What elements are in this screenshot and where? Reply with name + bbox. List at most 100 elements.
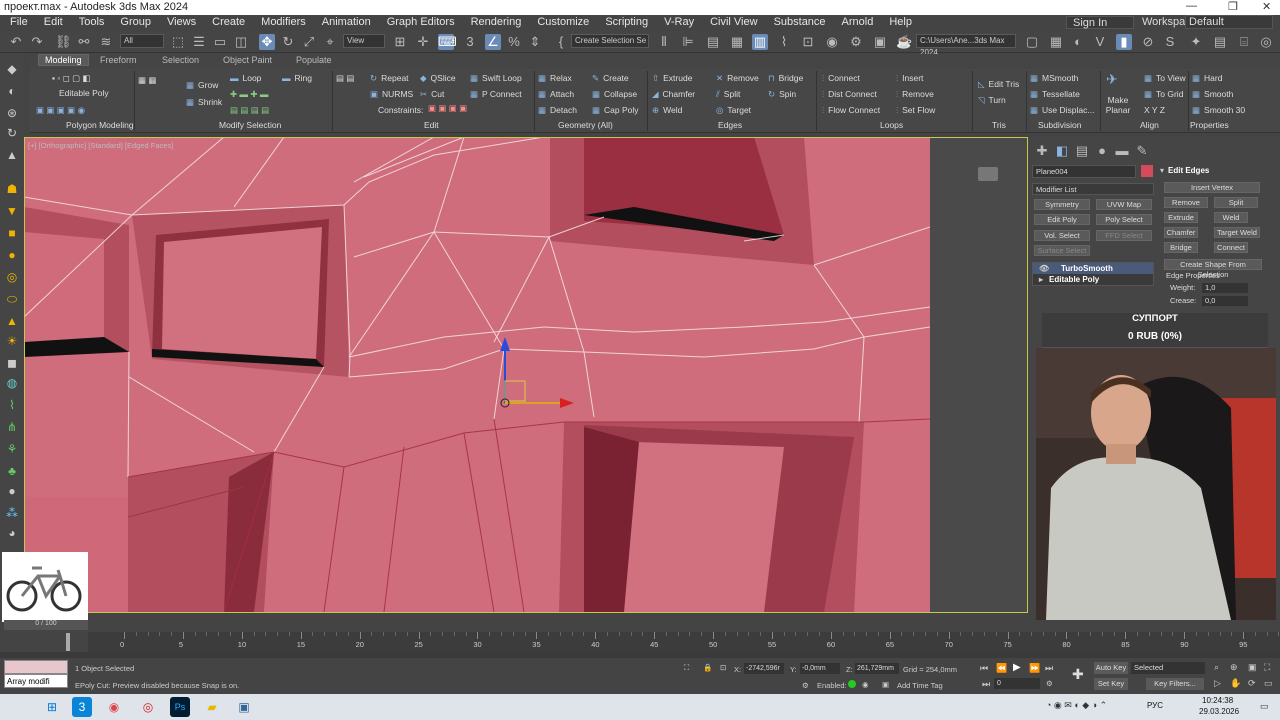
menu-arnold[interactable]: Arnold xyxy=(834,15,882,28)
edge-bridge-button[interactable]: Bridge xyxy=(1164,242,1198,253)
goto-start-icon[interactable]: ⏮ xyxy=(980,663,988,674)
workspace-dropdown[interactable]: Default xyxy=(1185,15,1273,29)
helper-icon[interactable]: ⚘ xyxy=(4,442,20,456)
edge-split-button[interactable]: Split xyxy=(1214,197,1258,208)
menu-tools[interactable]: Tools xyxy=(71,15,113,28)
vray-icon[interactable]: V xyxy=(1092,34,1108,50)
light-icon[interactable]: ☀ xyxy=(4,334,20,348)
schematic-view-icon[interactable]: ⊡ xyxy=(800,34,816,50)
insert-vertex-button[interactable]: Insert Vertex xyxy=(1164,182,1260,193)
object-color-swatch[interactable] xyxy=(1141,165,1153,177)
spin-button[interactable]: ↻ Spin xyxy=(768,89,796,100)
collapse-button[interactable]: ▦ Collapse xyxy=(592,89,637,100)
zoom-icon[interactable]: ⌕ xyxy=(1214,662,1219,673)
close-icon[interactable]: ✕ xyxy=(1262,0,1271,13)
target-button[interactable]: ◎ Target xyxy=(716,105,751,116)
console-icon[interactable]: ⌸ xyxy=(1236,34,1252,50)
group-geometry[interactable]: Geometry (All) xyxy=(558,120,613,130)
group-properties[interactable]: Properties xyxy=(1190,120,1229,130)
selection-filter-dropdown[interactable]: All xyxy=(120,34,164,48)
obs-icon[interactable]: ◎ xyxy=(138,697,158,717)
set-key-button[interactable]: Set Key xyxy=(1094,678,1128,690)
project-path-dropdown[interactable]: C:\Users\Ane...3ds Max 2024 xyxy=(916,34,1016,57)
menu-modifiers[interactable]: Modifiers xyxy=(253,15,314,28)
group-edit[interactable]: Edit xyxy=(424,120,439,130)
crease-spinner[interactable]: 0,0 xyxy=(1202,296,1248,306)
key-mode-dropdown[interactable]: Selected xyxy=(1131,662,1205,674)
edit-poly-button[interactable]: Edit Poly xyxy=(1034,214,1090,225)
edge-chamfer-button[interactable]: Chamfer xyxy=(1164,227,1198,238)
isolate-icon[interactable]: ⛶ xyxy=(684,663,689,673)
add-time-tag-label[interactable]: Add Time Tag xyxy=(897,681,943,690)
dist-connect-button[interactable]: ⫶ Dist Connect xyxy=(822,89,877,100)
edit-tris-button[interactable]: ◺ Edit Tris xyxy=(978,79,1019,90)
tessellate-button[interactable]: ▦ Tessellate xyxy=(1030,89,1080,100)
stack-editable-poly[interactable]: Editable Poly xyxy=(1049,275,1099,284)
clock-time[interactable]: 10:24:38 xyxy=(1202,696,1233,705)
box-icon[interactable]: ■ xyxy=(4,226,20,240)
detach-button[interactable]: ▦ Detach xyxy=(538,105,577,116)
menu-substance[interactable]: Substance xyxy=(766,15,834,28)
keyboard-shortcut-icon[interactable]: ⌨ xyxy=(438,34,457,50)
create-shape-button[interactable]: Create Shape From Selection xyxy=(1164,259,1262,279)
fov-icon[interactable]: ▷ xyxy=(1214,678,1221,689)
project-folder-icon[interactable]: ▢ xyxy=(1024,34,1040,50)
select-by-name-icon[interactable]: ☰ xyxy=(191,34,207,50)
attach-button[interactable]: ▦ Attach xyxy=(538,89,574,100)
menu-file[interactable]: File xyxy=(2,15,36,28)
link-icon[interactable]: ⛓ xyxy=(55,34,72,50)
3dsmax-taskbar-icon[interactable]: 3 xyxy=(72,697,92,717)
nurms-button[interactable]: ▣ NURMS xyxy=(370,89,413,100)
time-tag-icon[interactable]: ◉ xyxy=(862,680,869,689)
material-editor-icon[interactable]: ◉ xyxy=(824,34,840,50)
group-align[interactable]: Align xyxy=(1140,120,1159,130)
edit-named-selection-icon[interactable]: { xyxy=(553,34,569,50)
viewport-layout-icon[interactable]: ▮ xyxy=(1116,34,1132,50)
add-time-tag-icon[interactable]: ▣ xyxy=(882,680,889,689)
cube-icon[interactable]: ◼ xyxy=(4,356,20,370)
display-icon[interactable]: ▲ xyxy=(4,148,20,162)
next-frame-icon[interactable]: ⏩ xyxy=(1029,663,1040,674)
modify-icon[interactable]: ◐ xyxy=(4,84,20,98)
object-name-field[interactable]: Plane004 xyxy=(1032,165,1136,178)
move-icon[interactable]: ✥ xyxy=(259,34,275,50)
key-mode-icon[interactable]: ⏭ xyxy=(982,679,990,690)
mirror-icon[interactable]: ⫴ xyxy=(656,34,672,50)
motion-icon[interactable]: ↻ xyxy=(4,126,20,140)
menu-scripting[interactable]: Scripting xyxy=(597,15,656,28)
viewcube-icon[interactable] xyxy=(978,167,998,181)
file-explorer-icon[interactable]: ▰ xyxy=(202,697,222,717)
align-icon[interactable]: ⊫ xyxy=(680,34,696,50)
pyramid-icon[interactable]: ▲ xyxy=(4,314,20,328)
y-coordinate-field[interactable]: -0,0mm xyxy=(800,663,840,674)
layer-explorer-icon[interactable]: ▦ xyxy=(729,34,745,50)
menu-rendering[interactable]: Rendering xyxy=(463,15,530,28)
extrude-button[interactable]: ⇧ Extrude xyxy=(652,73,692,84)
time-slider-display[interactable]: 0 / 100 xyxy=(4,620,88,630)
named-selection-dropdown[interactable]: Create Selection Se xyxy=(571,34,649,48)
settings-icons[interactable]: ▤ ▤ xyxy=(336,73,354,84)
sphere-gray-icon[interactable]: ● xyxy=(4,484,20,498)
windows-start-icon[interactable]: ⊞ xyxy=(42,697,62,717)
menu-customize[interactable]: Customize xyxy=(529,15,597,28)
goto-end-icon[interactable]: ⏭ xyxy=(1045,663,1053,674)
tab-selection[interactable]: Selection xyxy=(162,55,199,65)
viewport-orthographic[interactable] xyxy=(24,137,930,612)
zoom-extents-icon[interactable]: ▣ xyxy=(1248,662,1257,673)
z-coordinate-field[interactable]: 261,729mm xyxy=(855,663,899,674)
grass-icon[interactable]: ⋔ xyxy=(4,420,20,434)
cylinder-icon[interactable]: ⬭ xyxy=(4,292,20,306)
menu-edit[interactable]: Edit xyxy=(36,15,71,28)
civil-view-icon[interactable]: ⊘ xyxy=(1140,34,1156,50)
loop-button[interactable]: ▬ Loop xyxy=(230,73,261,83)
undo-icon[interactable]: ↶ xyxy=(8,34,24,50)
prev-frame-icon[interactable]: ⏪ xyxy=(996,663,1007,674)
utilities-tab-icon[interactable]: ✎ xyxy=(1134,143,1150,159)
group-modify-selection[interactable]: Modify Selection xyxy=(219,120,281,130)
rotate-icon[interactable]: ↻ xyxy=(280,34,296,50)
relax-button[interactable]: ▦ Relax xyxy=(538,73,572,84)
group-polygon-modeling[interactable]: Polygon Modeling xyxy=(66,120,134,130)
x-coordinate-field[interactable]: -2742,596r xyxy=(744,663,784,674)
flow-connect-button[interactable]: ⫶ Flow Connect xyxy=(822,105,880,116)
snap-3-icon[interactable]: 3 xyxy=(462,34,478,50)
